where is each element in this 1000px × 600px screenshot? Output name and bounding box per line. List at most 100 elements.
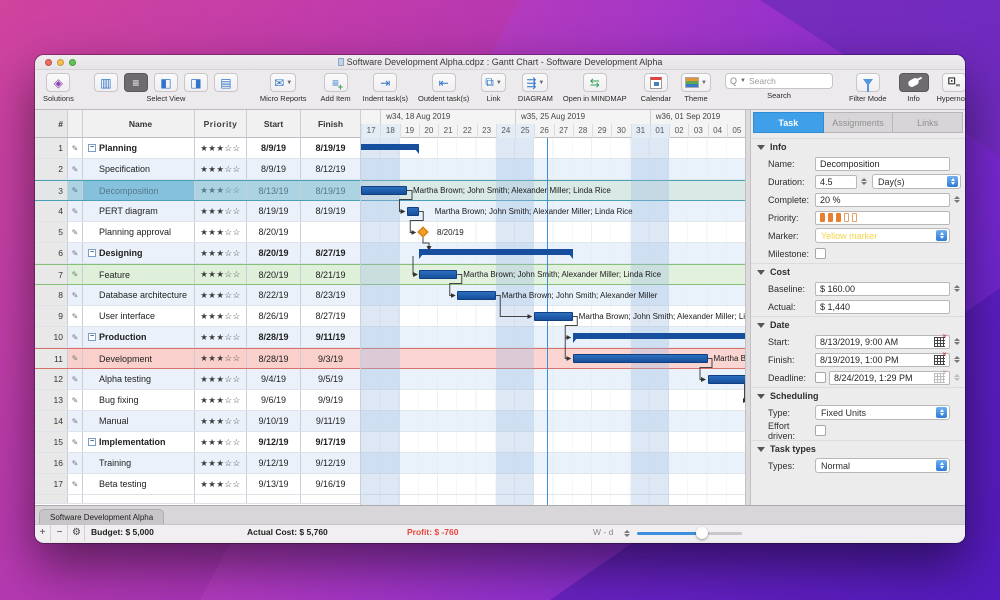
task-name-cell[interactable]: Feature: [83, 265, 195, 284]
priority-stars-cell[interactable]: ★★★☆☆: [195, 265, 247, 284]
solutions-button[interactable]: ◈ Solutions: [43, 73, 74, 103]
edit-pencil-icon[interactable]: ✎: [68, 265, 83, 284]
baseline-stepper[interactable]: [952, 282, 961, 296]
task-name-cell[interactable]: −Planning: [83, 138, 195, 158]
theme-button[interactable]: ▼ Theme: [681, 73, 711, 103]
table-row[interactable]: 9✎User interface★★★☆☆8/26/198/27/19: [35, 306, 360, 327]
priority-stars-cell[interactable]: ★★★☆☆: [195, 327, 247, 347]
task-name-cell[interactable]: Manual: [83, 411, 195, 431]
task-name-cell[interactable]: −Production: [83, 327, 195, 347]
gantt-task-bar[interactable]: [361, 186, 407, 195]
task-name-cell[interactable]: Decomposition: [83, 181, 195, 200]
edit-pencil-icon[interactable]: ✎: [68, 285, 83, 305]
collapse-box-icon[interactable]: −: [88, 438, 96, 446]
edit-pencil-icon[interactable]: ✎: [68, 349, 83, 368]
calendar-button[interactable]: Calendar: [641, 73, 671, 103]
start-date-cell[interactable]: 8/28/19: [247, 349, 301, 368]
gantt-task-bar[interactable]: [457, 291, 496, 300]
finish-stepper[interactable]: [952, 353, 961, 367]
task-name-cell[interactable]: Specification: [83, 159, 195, 179]
finish-date-cell[interactable]: 8/19/19: [301, 201, 360, 221]
table-row[interactable]: 13✎Bug fixing★★★☆☆9/6/199/9/19: [35, 390, 360, 411]
task-name-cell[interactable]: Planning approval: [83, 222, 195, 242]
deadline-checkbox[interactable]: [815, 372, 826, 383]
table-row[interactable]: 12✎Alpha testing★★★☆☆9/4/199/5/19: [35, 369, 360, 390]
complete-input[interactable]: 20 %: [815, 193, 950, 207]
zoom-stepper[interactable]: [622, 526, 631, 540]
edit-pencil-icon[interactable]: ✎: [68, 369, 83, 389]
title-bar[interactable]: Software Development Alpha.cdpz : Gantt …: [35, 55, 965, 70]
priority-stars-cell[interactable]: ★★★☆☆: [195, 474, 247, 494]
collapse-box-icon[interactable]: −: [88, 144, 96, 152]
gantt-task-bar[interactable]: [407, 207, 419, 216]
finish-date-cell[interactable]: 9/12/19: [301, 453, 360, 473]
gantt-summary-bar[interactable]: [361, 144, 419, 150]
edit-pencil-icon[interactable]: ✎: [68, 327, 83, 347]
edit-pencil-icon[interactable]: ✎: [68, 390, 83, 410]
task-name-cell[interactable]: Development: [83, 349, 195, 368]
calendar-picker-icon[interactable]: [934, 355, 945, 365]
finish-date-cell[interactable]: 8/27/19: [301, 306, 360, 326]
start-date-cell[interactable]: 8/19/19: [247, 201, 301, 221]
priority-stars-cell[interactable]: ★★★☆☆: [195, 201, 247, 221]
priority-stars-cell[interactable]: ★★★☆☆: [195, 390, 247, 410]
section-info[interactable]: Info: [751, 138, 965, 154]
edit-pencil-icon[interactable]: ✎: [68, 474, 83, 494]
priority-stars-cell[interactable]: ★★★☆☆: [195, 306, 247, 326]
edit-pencil-icon[interactable]: ✎: [68, 181, 83, 200]
scheduling-type-select[interactable]: Fixed Units: [815, 405, 950, 420]
edit-pencil-icon[interactable]: ✎: [68, 222, 83, 242]
start-date-cell[interactable]: 8/13/19: [247, 181, 301, 200]
view-project-icon[interactable]: ▥: [94, 73, 118, 92]
section-scheduling[interactable]: Scheduling: [751, 387, 965, 403]
finish-date-cell[interactable]: 8/27/19: [301, 243, 360, 263]
gantt-summary-bar[interactable]: [419, 249, 573, 255]
priority-stars-cell[interactable]: ★★★☆☆: [195, 222, 247, 242]
start-date-cell[interactable]: 8/26/19: [247, 306, 301, 326]
finish-date-cell[interactable]: 9/16/19: [301, 474, 360, 494]
name-input[interactable]: Decomposition: [815, 157, 950, 171]
outdent-tasks-button[interactable]: ⇤ Outdent task(s): [418, 73, 469, 103]
info-button[interactable]: Info: [899, 73, 929, 103]
tab-links[interactable]: Links: [893, 112, 963, 133]
table-row[interactable]: 5✎Planning approval★★★☆☆8/20/19: [35, 222, 360, 243]
priority-stars-cell[interactable]: ★★★☆☆: [195, 349, 247, 368]
start-date-cell[interactable]: 9/4/19: [247, 369, 301, 389]
edit-pencil-icon[interactable]: ✎: [68, 201, 83, 221]
milestone-checkbox[interactable]: [815, 248, 826, 259]
table-row[interactable]: 15✎−Implementation★★★☆☆9/12/199/17/19: [35, 432, 360, 453]
gantt-task-bar[interactable]: [573, 354, 708, 363]
col-header-finish[interactable]: Finish: [301, 110, 360, 137]
duration-stepper[interactable]: [859, 175, 868, 189]
indent-tasks-button[interactable]: ⇥ Indent task(s): [363, 73, 408, 103]
edit-pencil-icon[interactable]: ✎: [68, 159, 83, 179]
finish-date-cell[interactable]: 8/23/19: [301, 285, 360, 305]
priority-stars-cell[interactable]: ★★★☆☆: [195, 369, 247, 389]
priority-stars-cell[interactable]: ★★★☆☆: [195, 243, 247, 263]
collapse-box-icon[interactable]: −: [88, 333, 96, 341]
task-name-cell[interactable]: Alpha testing: [83, 369, 195, 389]
marker-select[interactable]: Yellow marker: [815, 228, 950, 243]
diagram-button[interactable]: ⇶▼ DIAGRAM: [518, 73, 553, 103]
priority-stars-cell[interactable]: ★★★☆☆: [195, 138, 247, 158]
edit-pencil-icon[interactable]: ✎: [68, 453, 83, 473]
finish-date-input[interactable]: 8/19/2019, 1:00 PM: [815, 353, 950, 367]
col-header-edit[interactable]: [68, 110, 83, 137]
zoom-slider[interactable]: [637, 532, 742, 535]
priority-stars-cell[interactable]: ★★★☆☆: [195, 453, 247, 473]
baseline-input[interactable]: $ 160.00: [815, 282, 950, 296]
gantt-summary-bar[interactable]: [573, 333, 745, 339]
finish-date-cell[interactable]: 8/19/19: [301, 138, 360, 158]
table-row[interactable]: 4✎PERT diagram★★★☆☆8/19/198/19/19: [35, 201, 360, 222]
start-date-cell[interactable]: 8/20/19: [247, 243, 301, 263]
edit-pencil-icon[interactable]: ✎: [68, 243, 83, 263]
view-resources-icon[interactable]: ◧: [154, 73, 178, 92]
task-name-cell[interactable]: Training: [83, 453, 195, 473]
col-header-start[interactable]: Start: [247, 110, 301, 137]
task-name-cell[interactable]: Bug fixing: [83, 390, 195, 410]
task-name-cell[interactable]: User interface: [83, 306, 195, 326]
table-row[interactable]: 11✎Development★★★☆☆8/28/199/3/19: [35, 348, 360, 369]
priority-stars-cell[interactable]: ★★★☆☆: [195, 432, 247, 452]
duration-input[interactable]: 4.5: [815, 175, 857, 189]
calendar-picker-icon[interactable]: [934, 337, 945, 347]
